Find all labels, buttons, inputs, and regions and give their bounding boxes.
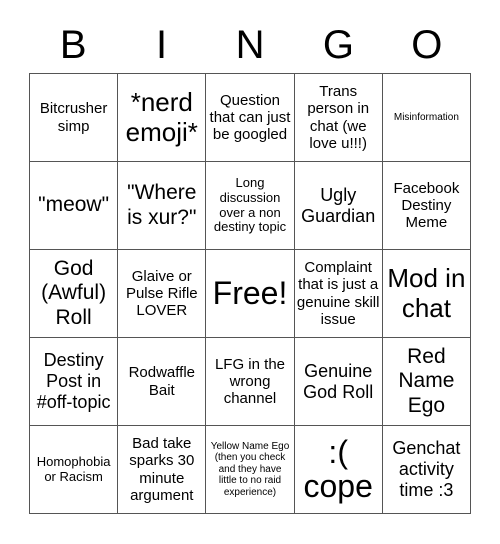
- cell-text: Bad take sparks 30 minute argument: [129, 435, 195, 504]
- cell-text: Homophobia or Racism: [36, 453, 111, 484]
- bingo-cell[interactable]: "Where is xur?": [118, 162, 207, 250]
- cell-text: Question that can just be googled: [209, 91, 291, 144]
- bingo-cell[interactable]: God (Awful) Roll: [30, 250, 119, 338]
- cell-text: God (Awful) Roll: [41, 257, 107, 329]
- bingo-cell[interactable]: Long discussion over a non destiny topic: [206, 162, 295, 250]
- bingo-cell[interactable]: Question that can just be googled: [206, 74, 295, 162]
- bingo-cell[interactable]: Destiny Post in #off-topic: [30, 338, 119, 426]
- bingo-grid: Bitcrusher simp *nerd emoji* Question th…: [29, 73, 471, 514]
- cell-text: Complaint that is just a genuine skill i…: [296, 259, 380, 328]
- bingo-cell[interactable]: :( cope: [294, 426, 383, 514]
- cell-text: :( cope: [303, 433, 373, 504]
- bingo-cell[interactable]: *nerd emoji*: [118, 74, 207, 162]
- cell-text: Destiny Post in #off-topic: [36, 350, 111, 412]
- bingo-cell[interactable]: Bitcrusher simp: [30, 74, 119, 162]
- cell-text: Yellow Name Ego (then you check and they…: [210, 440, 290, 498]
- cell-text: "meow": [38, 193, 110, 217]
- cell-text: Misinformation: [393, 111, 459, 123]
- bingo-cell[interactable]: Glaive or Pulse Rifle LOVER: [118, 250, 207, 338]
- bingo-cell[interactable]: Genchat activity time :3: [382, 426, 471, 514]
- cell-text: LFG in the wrong channel: [214, 355, 286, 408]
- bingo-cell[interactable]: Homophobia or Racism: [30, 426, 119, 514]
- cell-text: Red Name Ego: [398, 345, 455, 417]
- cell-text: Long discussion over a non destiny topic: [213, 174, 287, 235]
- bingo-cell[interactable]: Facebook Destiny Meme: [382, 162, 471, 250]
- cell-text: *nerd emoji*: [125, 86, 198, 147]
- header-letter-i: I: [156, 23, 168, 67]
- bingo-cell[interactable]: Trans person in chat (we love u!!!): [294, 74, 383, 162]
- header-letter-b: B: [59, 23, 87, 67]
- cell-text: Genchat activity time :3: [392, 438, 461, 500]
- cell-text: Free!: [212, 274, 288, 311]
- cell-text: Glaive or Pulse Rifle LOVER: [125, 267, 198, 320]
- bingo-cell[interactable]: Mod in chat: [382, 250, 471, 338]
- header-letter-o: O: [411, 23, 443, 67]
- cell-text: Trans person in chat (we love u!!!): [307, 83, 370, 152]
- header-letter-g: G: [322, 23, 354, 67]
- bingo-cell[interactable]: LFG in the wrong channel: [206, 338, 295, 426]
- cell-text: Facebook Destiny Meme: [393, 179, 460, 232]
- bingo-cell[interactable]: Complaint that is just a genuine skill i…: [294, 250, 383, 338]
- cell-text: Genuine God Roll: [303, 360, 374, 402]
- cell-text: Ugly Guardian: [301, 184, 376, 226]
- cell-text: "Where is xur?": [127, 181, 197, 229]
- bingo-cell[interactable]: Misinformation: [382, 74, 471, 162]
- header-letter-n: N: [235, 23, 265, 67]
- bingo-cell[interactable]: Ugly Guardian: [294, 162, 383, 250]
- bingo-cell[interactable]: Rodwaffle Bait: [118, 338, 207, 426]
- bingo-cell[interactable]: Yellow Name Ego (then you check and they…: [206, 426, 295, 514]
- bingo-header: B I N G O: [29, 18, 471, 73]
- cell-text: Bitcrusher simp: [39, 100, 108, 135]
- free-space-cell[interactable]: Free!: [206, 250, 295, 338]
- bingo-cell[interactable]: Red Name Ego: [382, 338, 471, 426]
- bingo-cell[interactable]: Bad take sparks 30 minute argument: [118, 426, 207, 514]
- cell-text: Rodwaffle Bait: [128, 364, 195, 399]
- cell-text: Mod in chat: [387, 262, 466, 323]
- bingo-cell[interactable]: "meow": [30, 162, 119, 250]
- bingo-cell[interactable]: Genuine God Roll: [294, 338, 383, 426]
